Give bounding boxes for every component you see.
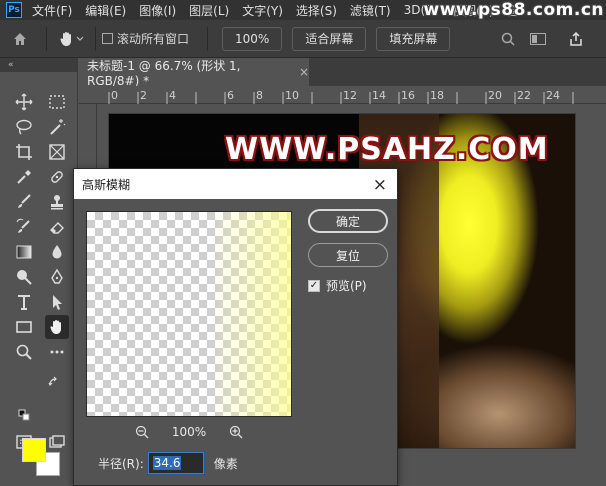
hand-tool-icon[interactable] bbox=[45, 315, 69, 339]
gradient-tool-icon[interactable] bbox=[12, 240, 36, 264]
ruler-tick-label: 24 bbox=[546, 89, 560, 102]
document-tab-title: 未标题-1 @ 66.7% (形状 1, RGB/8#) * bbox=[87, 58, 241, 88]
rectangle-tool-icon[interactable] bbox=[12, 315, 36, 339]
magic-wand-tool-icon[interactable] bbox=[45, 115, 69, 139]
reset-button[interactable]: 复位 bbox=[308, 243, 388, 267]
ok-button[interactable]: 确定 bbox=[308, 209, 388, 233]
divider bbox=[95, 26, 96, 51]
document-tab[interactable]: 未标题-1 @ 66.7% (形状 1, RGB/8#) * × bbox=[79, 58, 309, 88]
search-button[interactable] bbox=[496, 27, 520, 51]
search-icon bbox=[502, 32, 515, 46]
ruler-tick-label: 12 bbox=[343, 89, 357, 102]
healing-brush-tool-icon[interactable] bbox=[45, 165, 69, 189]
scroll-all-windows-checkbox[interactable]: 滚动所有窗口 bbox=[102, 30, 189, 47]
document-tab-bar: 未标题-1 @ 66.7% (形状 1, RGB/8#) * × bbox=[79, 58, 606, 88]
preview-zoom-value: 100% bbox=[171, 425, 207, 439]
fit-screen-button[interactable]: 适合屏幕 bbox=[292, 26, 367, 51]
close-document-icon[interactable]: × bbox=[299, 65, 309, 79]
ruler-tick-label: 14 bbox=[372, 89, 386, 102]
hand-tool-preset[interactable] bbox=[53, 27, 89, 51]
ruler-tick-label: 20 bbox=[488, 89, 502, 102]
radius-label: 半径(R): bbox=[98, 456, 144, 471]
checkbox-box[interactable] bbox=[102, 33, 113, 44]
brush-tool-icon[interactable] bbox=[12, 190, 36, 214]
pen-tool-icon[interactable] bbox=[45, 265, 69, 289]
move-tool-icon[interactable] bbox=[12, 90, 36, 114]
marquee-tool-icon[interactable] bbox=[45, 90, 69, 114]
menu-layer[interactable]: 图层(L) bbox=[185, 2, 233, 19]
photoshop-logo: Ps bbox=[6, 2, 22, 18]
home-icon bbox=[14, 32, 26, 45]
tools-panel-collapse[interactable]: « bbox=[0, 58, 77, 72]
default-colors-icon[interactable] bbox=[16, 408, 32, 422]
radius-value[interactable]: 34.6 bbox=[152, 456, 182, 470]
blur-tool-icon[interactable] bbox=[45, 240, 69, 264]
crop-tool-icon[interactable] bbox=[12, 140, 36, 164]
ruler-tick-label: 8 bbox=[256, 89, 263, 102]
workspace-button[interactable] bbox=[526, 27, 550, 51]
zoom-out-icon[interactable] bbox=[134, 424, 150, 440]
dodge-tool-icon[interactable] bbox=[12, 265, 36, 289]
lasso-tool-icon[interactable] bbox=[12, 115, 36, 139]
divider bbox=[207, 26, 209, 51]
foreground-color-swatch[interactable] bbox=[22, 438, 46, 462]
workspace-icon bbox=[530, 32, 547, 45]
menu-bar: Ps 文件(F) 编辑(E) 图像(I) 图层(L) 文字(Y) 选择(S) 滤… bbox=[0, 0, 606, 20]
eyedropper-tool-icon[interactable] bbox=[12, 165, 36, 189]
ruler-tick-label: 22 bbox=[517, 89, 531, 102]
home-button[interactable] bbox=[0, 27, 40, 51]
frame-tool-icon[interactable] bbox=[45, 140, 69, 164]
radius-input[interactable]: 34.6 bbox=[146, 451, 205, 475]
preview-label: 预览(P) bbox=[326, 279, 367, 293]
radius-row: 半径(R): 34.6 像素 bbox=[98, 451, 238, 475]
ruler-tick-label: 10 bbox=[285, 89, 299, 102]
menu-select[interactable]: 选择(S) bbox=[292, 2, 341, 19]
preview-checkbox[interactable]: ✓ 预览(P) bbox=[308, 277, 367, 294]
dialog-title-bar[interactable]: 高斯模糊 × bbox=[74, 169, 397, 199]
type-tool-icon[interactable] bbox=[12, 290, 36, 314]
ruler-tick-label: 0 bbox=[111, 89, 118, 102]
more-tools-icon[interactable] bbox=[45, 340, 69, 364]
ruler-tick-label: 4 bbox=[169, 89, 176, 102]
hand-icon bbox=[60, 31, 71, 46]
ruler-tick-label: 2 bbox=[140, 89, 147, 102]
preview-zoom-controls: 100% bbox=[86, 423, 292, 441]
scroll-all-windows-label: 滚动所有窗口 bbox=[117, 32, 190, 46]
photoshop-window: Ps 文件(F) 编辑(E) 图像(I) 图层(L) 文字(Y) 选择(S) 滤… bbox=[0, 0, 606, 486]
ruler-tick-label: 18 bbox=[430, 89, 444, 102]
zoom-100-button[interactable]: 100% bbox=[222, 26, 283, 51]
screen-mode-icon[interactable] bbox=[45, 430, 69, 454]
eraser-tool-icon[interactable] bbox=[45, 215, 69, 239]
path-selection-tool-icon[interactable] bbox=[45, 290, 69, 314]
menu-image[interactable]: 图像(I) bbox=[135, 2, 180, 19]
checkmark-icon[interactable]: ✓ bbox=[308, 279, 320, 292]
tools-panel: « bbox=[0, 58, 78, 486]
ruler-tick-label: 6 bbox=[227, 89, 234, 102]
zoom-in-icon[interactable] bbox=[228, 424, 244, 440]
blur-preview[interactable] bbox=[86, 211, 292, 417]
menu-edit[interactable]: 编辑(E) bbox=[81, 2, 130, 19]
share-button[interactable] bbox=[564, 27, 588, 51]
options-bar: 滚动所有窗口 100% 适合屏幕 填充屏幕 bbox=[0, 20, 606, 58]
site-watermark: www.ps88.com.cn bbox=[423, 0, 604, 20]
radius-unit: 像素 bbox=[213, 456, 238, 471]
horizontal-ruler[interactable]: 0 2 4 6 8 10 12 14 16 18 20 22 24 bbox=[79, 86, 606, 104]
menu-type[interactable]: 文字(Y) bbox=[238, 2, 287, 19]
close-icon[interactable]: × bbox=[373, 175, 387, 195]
history-brush-tool-icon[interactable] bbox=[12, 215, 36, 239]
ruler-tick-label: 16 bbox=[401, 89, 415, 102]
dialog-title: 高斯模糊 bbox=[82, 177, 131, 192]
chevron-down-icon bbox=[76, 36, 84, 41]
gaussian-blur-dialog: 高斯模糊 × 确定 复位 ✓ 预览(P) 100% 半径(R): 34.6 像素 bbox=[73, 168, 398, 486]
menu-filter[interactable]: 滤镜(T) bbox=[346, 2, 395, 19]
divider bbox=[46, 26, 47, 51]
clone-stamp-tool-icon[interactable] bbox=[45, 190, 69, 214]
share-icon bbox=[570, 31, 583, 46]
canvas-watermark-text: WWW.PSAHZ.COM bbox=[225, 132, 549, 167]
fill-screen-button[interactable]: 填充屏幕 bbox=[376, 26, 451, 51]
swap-colors-icon[interactable] bbox=[46, 374, 62, 390]
zoom-tool-icon[interactable] bbox=[12, 340, 36, 364]
menu-file[interactable]: 文件(F) bbox=[28, 2, 76, 19]
